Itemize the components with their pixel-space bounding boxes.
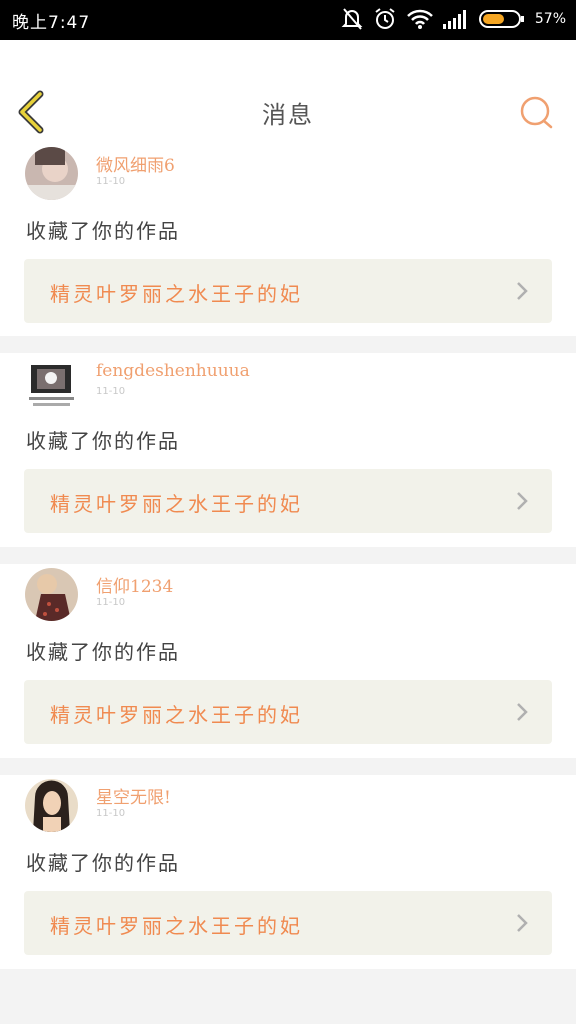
action-text: 收藏了你的作品 <box>26 640 180 664</box>
action-text: 收藏了你的作品 <box>26 851 180 875</box>
battery-icon <box>478 10 524 28</box>
message-list: 微风细雨6 11-10 收藏了你的作品 精灵叶罗丽之水王子的妃 fengdesh… <box>0 143 576 969</box>
username[interactable]: 星空无限! <box>96 783 171 808</box>
chevron-right-icon <box>517 914 528 932</box>
avatar[interactable] <box>25 147 78 200</box>
work-title: 精灵叶罗丽之水王子的妃 <box>50 282 303 306</box>
battery-percent: 57% <box>534 11 566 27</box>
status-time: 晚上7:47 <box>12 13 91 33</box>
username[interactable]: fengdeshenhuuua <box>96 361 250 381</box>
work-link[interactable]: 精灵叶罗丽之水王子的妃 <box>24 469 552 533</box>
message-card: 星空无限! 11-10 收藏了你的作品 精灵叶罗丽之水王子的妃 <box>0 775 576 969</box>
app-header: 消息 <box>0 40 576 149</box>
work-link[interactable]: 精灵叶罗丽之水王子的妃 <box>24 680 552 744</box>
mute-bell-icon <box>341 8 363 30</box>
message-time: 11-10 <box>96 597 126 608</box>
chevron-right-icon <box>517 492 528 510</box>
work-title: 精灵叶罗丽之水王子的妃 <box>50 492 303 516</box>
chevron-right-icon <box>517 703 528 721</box>
message-card: 微风细雨6 11-10 收藏了你的作品 精灵叶罗丽之水王子的妃 <box>0 143 576 336</box>
work-title: 精灵叶罗丽之水王子的妃 <box>50 914 303 938</box>
action-text: 收藏了你的作品 <box>26 429 180 453</box>
message-card: fengdeshenhuuua 11-10 收藏了你的作品 精灵叶罗丽之水王子的… <box>0 353 576 547</box>
search-icon[interactable] <box>518 94 556 132</box>
work-link[interactable]: 精灵叶罗丽之水王子的妃 <box>24 259 552 323</box>
message-time: 11-10 <box>96 808 126 819</box>
action-text: 收藏了你的作品 <box>26 219 180 243</box>
avatar[interactable] <box>25 568 78 621</box>
message-time: 11-10 <box>96 386 126 397</box>
status-bar: 晚上7:47 57% <box>0 0 576 40</box>
page-title: 消息 <box>262 101 314 129</box>
chevron-right-icon <box>517 282 528 300</box>
alarm-icon <box>375 8 395 29</box>
status-icons: 57% <box>341 7 566 31</box>
username[interactable]: 信仰1234 <box>96 572 173 597</box>
wifi-icon <box>406 9 433 29</box>
signal-icon <box>442 10 466 29</box>
work-link[interactable]: 精灵叶罗丽之水王子的妃 <box>24 891 552 955</box>
avatar[interactable] <box>25 779 78 832</box>
work-title: 精灵叶罗丽之水王子的妃 <box>50 703 303 727</box>
message-card: 信仰1234 11-10 收藏了你的作品 精灵叶罗丽之水王子的妃 <box>0 564 576 758</box>
avatar[interactable] <box>25 357 78 410</box>
username[interactable]: 微风细雨6 <box>96 151 175 176</box>
message-time: 11-10 <box>96 176 126 187</box>
